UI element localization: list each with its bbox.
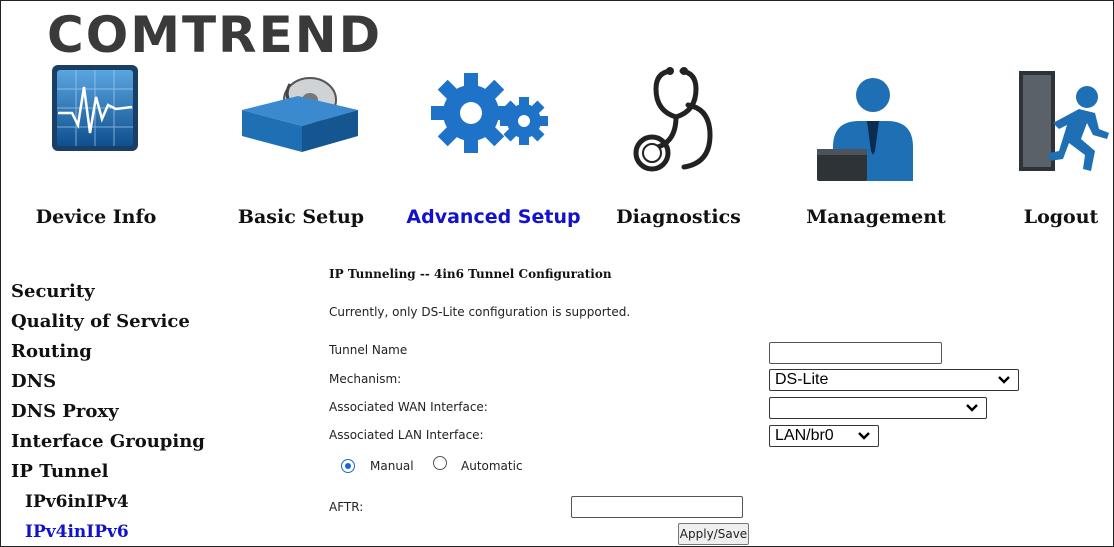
main-content: IP Tunneling -- 4in6 Tunnel Configuratio…	[258, 254, 1113, 546]
sidebar-item-ip-tunnel[interactable]: IP Tunnel	[11, 457, 251, 487]
nav-management[interactable]: Management	[801, 63, 951, 228]
sidebar-item-ipv4inipv6[interactable]: IPv4inIPv6	[11, 517, 251, 546]
tunnel-name-input[interactable]	[769, 342, 942, 364]
nav-device-info[interactable]: Device Info	[21, 63, 171, 228]
sidebar-item-security[interactable]: Security	[11, 277, 251, 307]
nav-basic-setup[interactable]: Basic Setup	[231, 63, 371, 228]
mechanism-select[interactable]: DS-Lite	[769, 369, 1019, 391]
nav-logout[interactable]: Logout	[1011, 63, 1111, 228]
router-admin-page: COMTREND Device Info Basic Setup Advance…	[0, 0, 1114, 547]
manual-radio-label: Manual	[370, 459, 414, 473]
nav-diagnostics[interactable]: Diagnostics	[606, 63, 751, 228]
advanced-setup-icon	[431, 73, 548, 153]
device-info-icon	[52, 65, 138, 151]
sidebar-item-ipv6inipv4[interactable]: IPv6inIPv4	[11, 487, 251, 517]
lan-interface-selected-value: LAN/br0	[775, 427, 834, 444]
nav-label: Diagnostics	[616, 206, 741, 228]
nav-label: Device Info	[35, 206, 157, 228]
wan-interface-label: Associated WAN Interface:	[329, 400, 488, 414]
diagnostics-icon	[633, 67, 713, 172]
nav-label: Basic Setup	[237, 206, 365, 228]
aftr-input[interactable]	[571, 496, 743, 518]
sidebar-menu: Security Quality of Service Routing DNS …	[11, 277, 251, 546]
comtrend-logo: COMTREND	[47, 6, 383, 64]
mechanism-selected-value: DS-Lite	[775, 371, 829, 388]
wan-interface-select[interactable]	[769, 397, 987, 419]
aftr-label: AFTR:	[329, 500, 364, 514]
tunnel-name-label: Tunnel Name	[329, 343, 408, 357]
sidebar-item-dns[interactable]: DNS	[11, 367, 251, 397]
chevron-down-icon	[998, 376, 1010, 384]
automatic-radio[interactable]	[433, 456, 447, 470]
nav-advanced-setup[interactable]: Advanced Setup	[401, 63, 586, 228]
chevron-down-icon	[966, 404, 978, 412]
apply-save-button[interactable]: Apply/Save	[678, 523, 749, 545]
sidebar-item-interface-grouping[interactable]: Interface Grouping	[11, 427, 251, 457]
page-title: IP Tunneling -- 4in6 Tunnel Configuratio…	[329, 267, 612, 281]
nav-label: Advanced Setup	[406, 206, 581, 228]
automatic-radio-label: Automatic	[461, 459, 523, 473]
sidebar-item-dns-proxy[interactable]: DNS Proxy	[11, 397, 251, 427]
chevron-down-icon	[858, 432, 870, 440]
lan-interface-label: Associated LAN Interface:	[329, 428, 484, 442]
nav-label: Management	[806, 206, 946, 228]
manual-radio[interactable]	[341, 459, 355, 473]
management-icon	[817, 78, 913, 181]
lan-interface-select[interactable]: LAN/br0	[769, 425, 879, 447]
mechanism-label: Mechanism:	[329, 372, 402, 386]
support-note: Currently, only DS-Lite configuration is…	[329, 305, 631, 319]
basic-setup-icon	[242, 77, 358, 152]
sidebar-item-routing[interactable]: Routing	[11, 337, 251, 367]
sidebar-item-quality-of-service[interactable]: Quality of Service	[11, 307, 251, 337]
logout-icon	[1019, 71, 1109, 171]
nav-label: Logout	[1023, 206, 1099, 228]
